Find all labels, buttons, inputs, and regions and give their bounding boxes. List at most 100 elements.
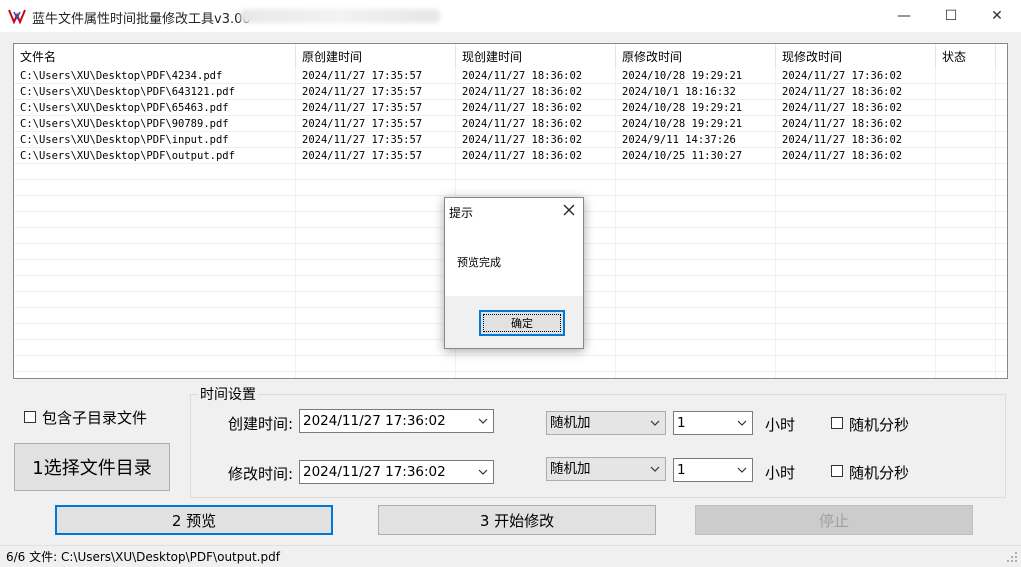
create-amount-select[interactable]: 1 — [673, 411, 753, 435]
dialog-ok-button[interactable]: 确定 — [479, 310, 565, 336]
create-mode-select[interactable]: 随机加 — [546, 411, 666, 435]
table-cell: 2024/11/27 18:36:02 — [782, 118, 903, 130]
table-row[interactable]: C:\Users\XU\Desktop\PDF\90789.pdf 2024/11… — [14, 116, 1007, 132]
table-cell: 2024/11/27 18:36:02 — [462, 102, 583, 114]
column-header-new-create[interactable]: 现创建时间 — [456, 44, 616, 68]
table-cell: 2024/10/28 19:29:21 — [622, 118, 743, 130]
create-random-label: 随机分秒 — [849, 416, 910, 434]
chevron-down-icon — [478, 469, 488, 475]
table-row[interactable]: C:\Users\XU\Desktop\PDF\output.pdf 2024/1… — [14, 148, 1007, 164]
info-dialog: 提示 预览完成 确定 — [444, 197, 584, 349]
table-cell — [936, 148, 996, 164]
column-header-filename[interactable]: 文件名 — [14, 44, 296, 68]
table-row[interactable]: C:\Users\XU\Desktop\PDF\4234.pdf 2024/11/… — [14, 68, 1007, 84]
table-cell: 2024/9/11 14:37:26 — [622, 134, 736, 146]
table-cell: 2024/11/27 17:35:57 — [302, 134, 423, 146]
title-bar: 蓝牛文件属性时间批量修改工具v3.00 — ☐ ✕ — [0, 0, 1021, 32]
modify-unit-label: 小时 — [765, 464, 796, 482]
table-cell: 2024/11/27 17:35:57 — [302, 86, 423, 98]
table-cell: 2024/11/27 18:36:02 — [782, 134, 903, 146]
status-text: 6/6 文件: C:\Users\XU\Desktop\PDF\output.p… — [6, 550, 280, 564]
table-cell: 2024/10/28 19:29:21 — [622, 102, 743, 114]
create-amount-value: 1 — [677, 415, 686, 431]
modify-mode-value: 随机加 — [550, 461, 591, 477]
table-cell — [936, 116, 996, 132]
column-header-status[interactable]: 状态 — [936, 44, 996, 68]
chevron-down-icon — [737, 420, 747, 426]
table-cell: 2024/11/27 18:36:02 — [462, 150, 583, 162]
minimize-icon: — — [897, 8, 911, 24]
window-title: 蓝牛文件属性时间批量修改工具v3.00 — [32, 12, 251, 27]
table-cell: C:\Users\XU\Desktop\PDF\4234.pdf — [20, 70, 223, 82]
chevron-down-icon — [650, 420, 660, 426]
include-subdirs-label: 包含子目录文件 — [42, 409, 148, 427]
create-time-picker[interactable]: 2024/11/27 17:36:02 — [299, 409, 494, 433]
table-cell: 2024/11/27 17:36:02 — [782, 70, 903, 82]
table-cell: C:\Users\XU\Desktop\PDF\input.pdf — [20, 134, 229, 146]
table-cell — [936, 100, 996, 116]
table-cell: 2024/11/27 18:36:02 — [782, 150, 903, 162]
modify-amount-select[interactable]: 1 — [673, 458, 753, 482]
close-icon: ✕ — [991, 8, 1003, 24]
resize-grip-icon[interactable] — [1006, 551, 1018, 563]
focus-rect — [483, 314, 561, 332]
column-header-new-modify[interactable]: 现修改时间 — [776, 44, 936, 68]
table-cell: C:\Users\XU\Desktop\PDF\643121.pdf — [20, 86, 235, 98]
select-directory-button[interactable]: 1选择文件目录 — [14, 443, 170, 491]
create-mode-value: 随机加 — [550, 415, 591, 431]
app-logo-icon — [8, 9, 26, 24]
dialog-close-icon[interactable] — [561, 202, 577, 218]
modify-time-value: 2024/11/27 17:36:02 — [303, 464, 446, 480]
modify-random-label: 随机分秒 — [849, 464, 910, 482]
table-row[interactable] — [14, 164, 1007, 180]
dialog-title: 提示 — [449, 206, 474, 220]
table-row[interactable]: C:\Users\XU\Desktop\PDF\input.pdf 2024/11… — [14, 132, 1007, 148]
table-cell: 2024/11/27 18:36:02 — [782, 86, 903, 98]
modify-amount-value: 1 — [677, 462, 686, 478]
start-modify-button[interactable]: 3 开始修改 — [378, 505, 656, 535]
table-cell: 2024/11/27 17:35:57 — [302, 118, 423, 130]
chevron-down-icon — [650, 466, 660, 472]
maximize-button[interactable]: ☐ — [928, 0, 974, 32]
table-cell: 2024/11/27 18:36:02 — [462, 86, 583, 98]
column-header-orig-create[interactable]: 原创建时间 — [296, 44, 456, 68]
table-cell: 2024/10/1 18:16:32 — [622, 86, 736, 98]
table-cell — [936, 68, 996, 84]
table-cell: 2024/10/25 11:30:27 — [622, 150, 743, 162]
table-row[interactable]: C:\Users\XU\Desktop\PDF\65463.pdf 2024/11… — [14, 100, 1007, 116]
modify-time-label: 修改时间: — [228, 465, 294, 483]
table-row[interactable] — [14, 180, 1007, 196]
preview-button[interactable]: 2 预览 — [55, 505, 333, 535]
chevron-down-icon — [478, 418, 488, 424]
table-cell: 2024/10/28 19:29:21 — [622, 70, 743, 82]
modify-time-picker[interactable]: 2024/11/27 17:36:02 — [299, 460, 494, 484]
chevron-down-icon — [737, 467, 747, 473]
modify-random-checkbox[interactable] — [831, 465, 843, 477]
table-cell — [936, 132, 996, 148]
title-blurred-region — [240, 9, 440, 23]
table-cell: 2024/11/27 17:35:57 — [302, 150, 423, 162]
table-cell: C:\Users\XU\Desktop\PDF\output.pdf — [20, 150, 235, 162]
minimize-button[interactable]: — — [881, 0, 927, 32]
time-settings-legend: 时间设置 — [198, 384, 258, 404]
table-row[interactable] — [14, 356, 1007, 372]
close-button[interactable]: ✕ — [974, 0, 1020, 32]
maximize-icon: ☐ — [944, 8, 958, 24]
stop-button[interactable]: 停止 — [695, 505, 973, 535]
create-unit-label: 小时 — [765, 416, 796, 434]
table-cell: C:\Users\XU\Desktop\PDF\65463.pdf — [20, 102, 229, 114]
table-cell: 2024/11/27 18:36:02 — [462, 118, 583, 130]
modify-mode-select[interactable]: 随机加 — [546, 457, 666, 481]
create-random-checkbox[interactable] — [831, 417, 843, 429]
include-subdirs-checkbox[interactable] — [24, 411, 36, 423]
create-time-value: 2024/11/27 17:36:02 — [303, 413, 446, 429]
table-cell: 2024/11/27 18:36:02 — [462, 70, 583, 82]
table-cell: 2024/11/27 18:36:02 — [782, 102, 903, 114]
table-row[interactable]: C:\Users\XU\Desktop\PDF\643121.pdf 2024/1… — [14, 84, 1007, 100]
table-cell: 2024/11/27 17:35:57 — [302, 102, 423, 114]
column-header-orig-modify[interactable]: 原修改时间 — [616, 44, 776, 68]
table-cell: C:\Users\XU\Desktop\PDF\90789.pdf — [20, 118, 229, 130]
table-cell — [936, 84, 996, 100]
dialog-message: 预览完成 — [457, 256, 501, 269]
list-header: 文件名 原创建时间 现创建时间 原修改时间 现修改时间 状态 — [14, 44, 1007, 68]
